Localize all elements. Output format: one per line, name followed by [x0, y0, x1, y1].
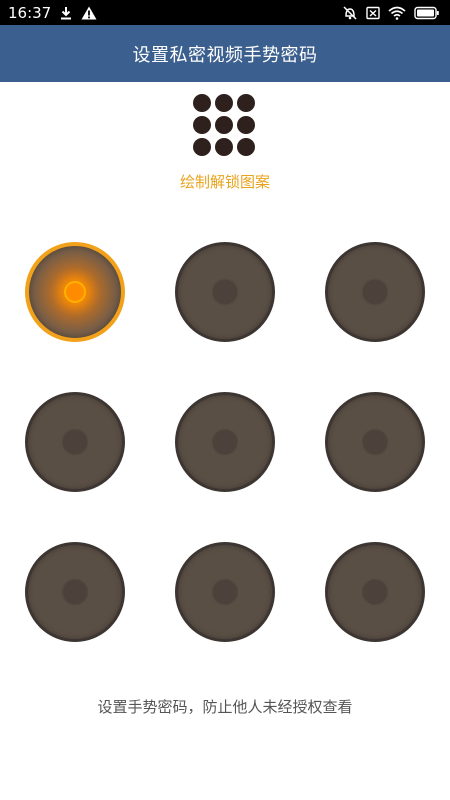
pattern-node-1[interactable] — [25, 242, 125, 342]
alarm-off-icon — [342, 5, 358, 21]
pattern-node-core — [64, 281, 86, 303]
pattern-node-core — [213, 580, 237, 604]
preview-dot — [237, 94, 255, 112]
footer-description: 设置手势密码，防止他人未经授权查看 — [97, 698, 353, 716]
preview-dot — [215, 138, 233, 156]
pattern-node-2[interactable] — [175, 242, 275, 342]
pattern-node-5[interactable] — [175, 392, 275, 492]
pattern-node-4[interactable] — [25, 392, 125, 492]
pattern-node-core — [363, 430, 387, 454]
pattern-node-core — [363, 280, 387, 304]
pattern-node-8[interactable] — [175, 542, 275, 642]
preview-dot — [237, 138, 255, 156]
status-right — [342, 5, 440, 21]
pattern-node-core — [63, 430, 87, 454]
status-left: 16:37 — [8, 4, 97, 22]
pattern-node-7[interactable] — [25, 542, 125, 642]
preview-dot — [215, 94, 233, 112]
title-bar: 设置私密视频手势密码 — [0, 25, 450, 82]
pattern-node-core — [213, 430, 237, 454]
preview-dot — [237, 116, 255, 134]
status-bar: 16:37 — [0, 0, 450, 25]
preview-dot — [215, 116, 233, 134]
pattern-node-core — [363, 580, 387, 604]
pattern-preview — [193, 94, 257, 158]
pattern-node-core — [63, 580, 87, 604]
sim-off-icon — [366, 6, 380, 20]
battery-icon — [414, 6, 440, 20]
pattern-node-9[interactable] — [325, 542, 425, 642]
warning-icon — [81, 6, 97, 20]
draw-pattern-hint: 绘制解锁图案 — [179, 173, 270, 191]
preview-dot — [193, 116, 211, 134]
page-title: 设置私密视频手势密码 — [132, 44, 318, 66]
pattern-node-6[interactable] — [325, 392, 425, 492]
pattern-node-core — [213, 280, 237, 304]
preview-dot — [193, 138, 211, 156]
status-time: 16:37 — [8, 3, 52, 22]
preview-dot — [193, 94, 211, 112]
wifi-icon — [388, 6, 406, 20]
pattern-node-3[interactable] — [325, 242, 425, 342]
download-icon — [59, 6, 73, 20]
